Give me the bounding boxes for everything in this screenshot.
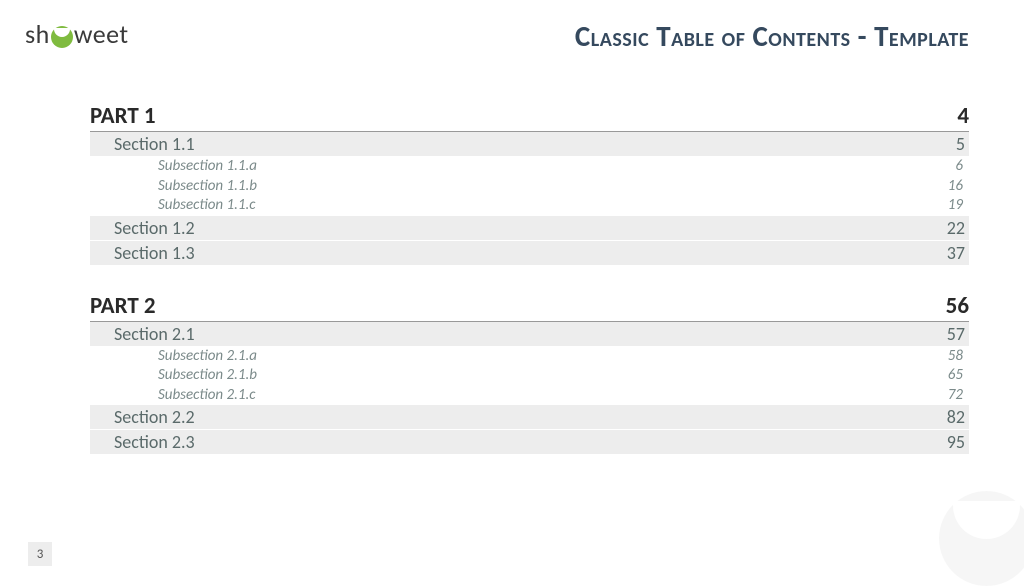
toc-section-row: Section 1.3 37 bbox=[90, 241, 969, 266]
toc-section-page: 57 bbox=[947, 323, 965, 345]
toc-subsection-row: Subsection 1.1.b 16 bbox=[90, 177, 969, 197]
toc-part: PART 1 4 Section 1.1 5 Subsection 1.1.a … bbox=[90, 102, 969, 266]
brand-logo: sh weet bbox=[25, 18, 129, 50]
toc-subsection-page: 58 bbox=[948, 347, 963, 367]
logo-text-sh: sh bbox=[25, 18, 50, 50]
header: sh weet Classic Table of Contents - Temp… bbox=[0, 0, 1024, 54]
toc-subsection-label: Subsection 1.1.b bbox=[158, 177, 257, 197]
toc-subsection-label: Subsection 2.1.b bbox=[158, 366, 257, 386]
toc-subsection-page: 19 bbox=[948, 196, 963, 216]
logo-text-weet: weet bbox=[74, 18, 129, 50]
toc-subsection-row: Subsection 2.1.a 58 bbox=[90, 347, 969, 367]
page-title: Classic Table of Contents - Template bbox=[575, 18, 969, 54]
toc-content: PART 1 4 Section 1.1 5 Subsection 1.1.a … bbox=[0, 54, 1024, 455]
toc-section-label: Section 2.1 bbox=[114, 323, 195, 345]
toc-section-page: 37 bbox=[947, 242, 965, 264]
toc-part-row: PART 2 56 bbox=[90, 292, 969, 322]
toc-section-row: Section 2.1 57 bbox=[90, 322, 969, 347]
watermark-bowl-icon bbox=[939, 491, 1024, 586]
toc-subsection-label: Subsection 1.1.c bbox=[158, 196, 256, 216]
toc-subsection-row: Subsection 1.1.c 19 bbox=[90, 196, 969, 216]
toc-part-label: PART 1 bbox=[90, 102, 156, 130]
toc-section-page: 5 bbox=[956, 133, 965, 155]
toc-section-label: Section 2.3 bbox=[114, 431, 195, 453]
toc-section-label: Section 2.2 bbox=[114, 406, 195, 428]
logo-bowl-icon bbox=[51, 26, 73, 48]
toc-section-row: Section 1.2 22 bbox=[90, 216, 969, 241]
toc-section-row: Section 1.1 5 bbox=[90, 132, 969, 157]
toc-part-row: PART 1 4 bbox=[90, 102, 969, 132]
toc-subsection-page: 16 bbox=[948, 177, 963, 197]
toc-subsection-row: Subsection 2.1.b 65 bbox=[90, 366, 969, 386]
toc-subsection-page: 72 bbox=[948, 386, 963, 406]
toc-part-label: PART 2 bbox=[90, 292, 156, 320]
toc-subsection-label: Subsection 2.1.c bbox=[158, 386, 256, 406]
slide-number: 3 bbox=[28, 542, 52, 566]
toc-part-page: 4 bbox=[957, 102, 969, 130]
toc-section-label: Section 1.3 bbox=[114, 242, 195, 264]
toc-section-label: Section 1.1 bbox=[114, 133, 195, 155]
toc-section-label: Section 1.2 bbox=[114, 217, 195, 239]
toc-section-page: 95 bbox=[947, 431, 965, 453]
toc-section-page: 82 bbox=[947, 406, 965, 428]
toc-section-page: 22 bbox=[947, 217, 965, 239]
toc-subsection-page: 6 bbox=[955, 157, 963, 177]
toc-section-row: Section 2.2 82 bbox=[90, 405, 969, 430]
toc-part: PART 2 56 Section 2.1 57 Subsection 2.1.… bbox=[90, 292, 969, 456]
toc-subsection-page: 65 bbox=[948, 366, 963, 386]
toc-section-row: Section 2.3 95 bbox=[90, 430, 969, 455]
toc-subsection-row: Subsection 1.1.a 6 bbox=[90, 157, 969, 177]
toc-subsection-row: Subsection 2.1.c 72 bbox=[90, 386, 969, 406]
toc-subsection-label: Subsection 1.1.a bbox=[158, 157, 257, 177]
toc-subsection-label: Subsection 2.1.a bbox=[158, 347, 257, 367]
toc-part-page: 56 bbox=[946, 292, 969, 320]
